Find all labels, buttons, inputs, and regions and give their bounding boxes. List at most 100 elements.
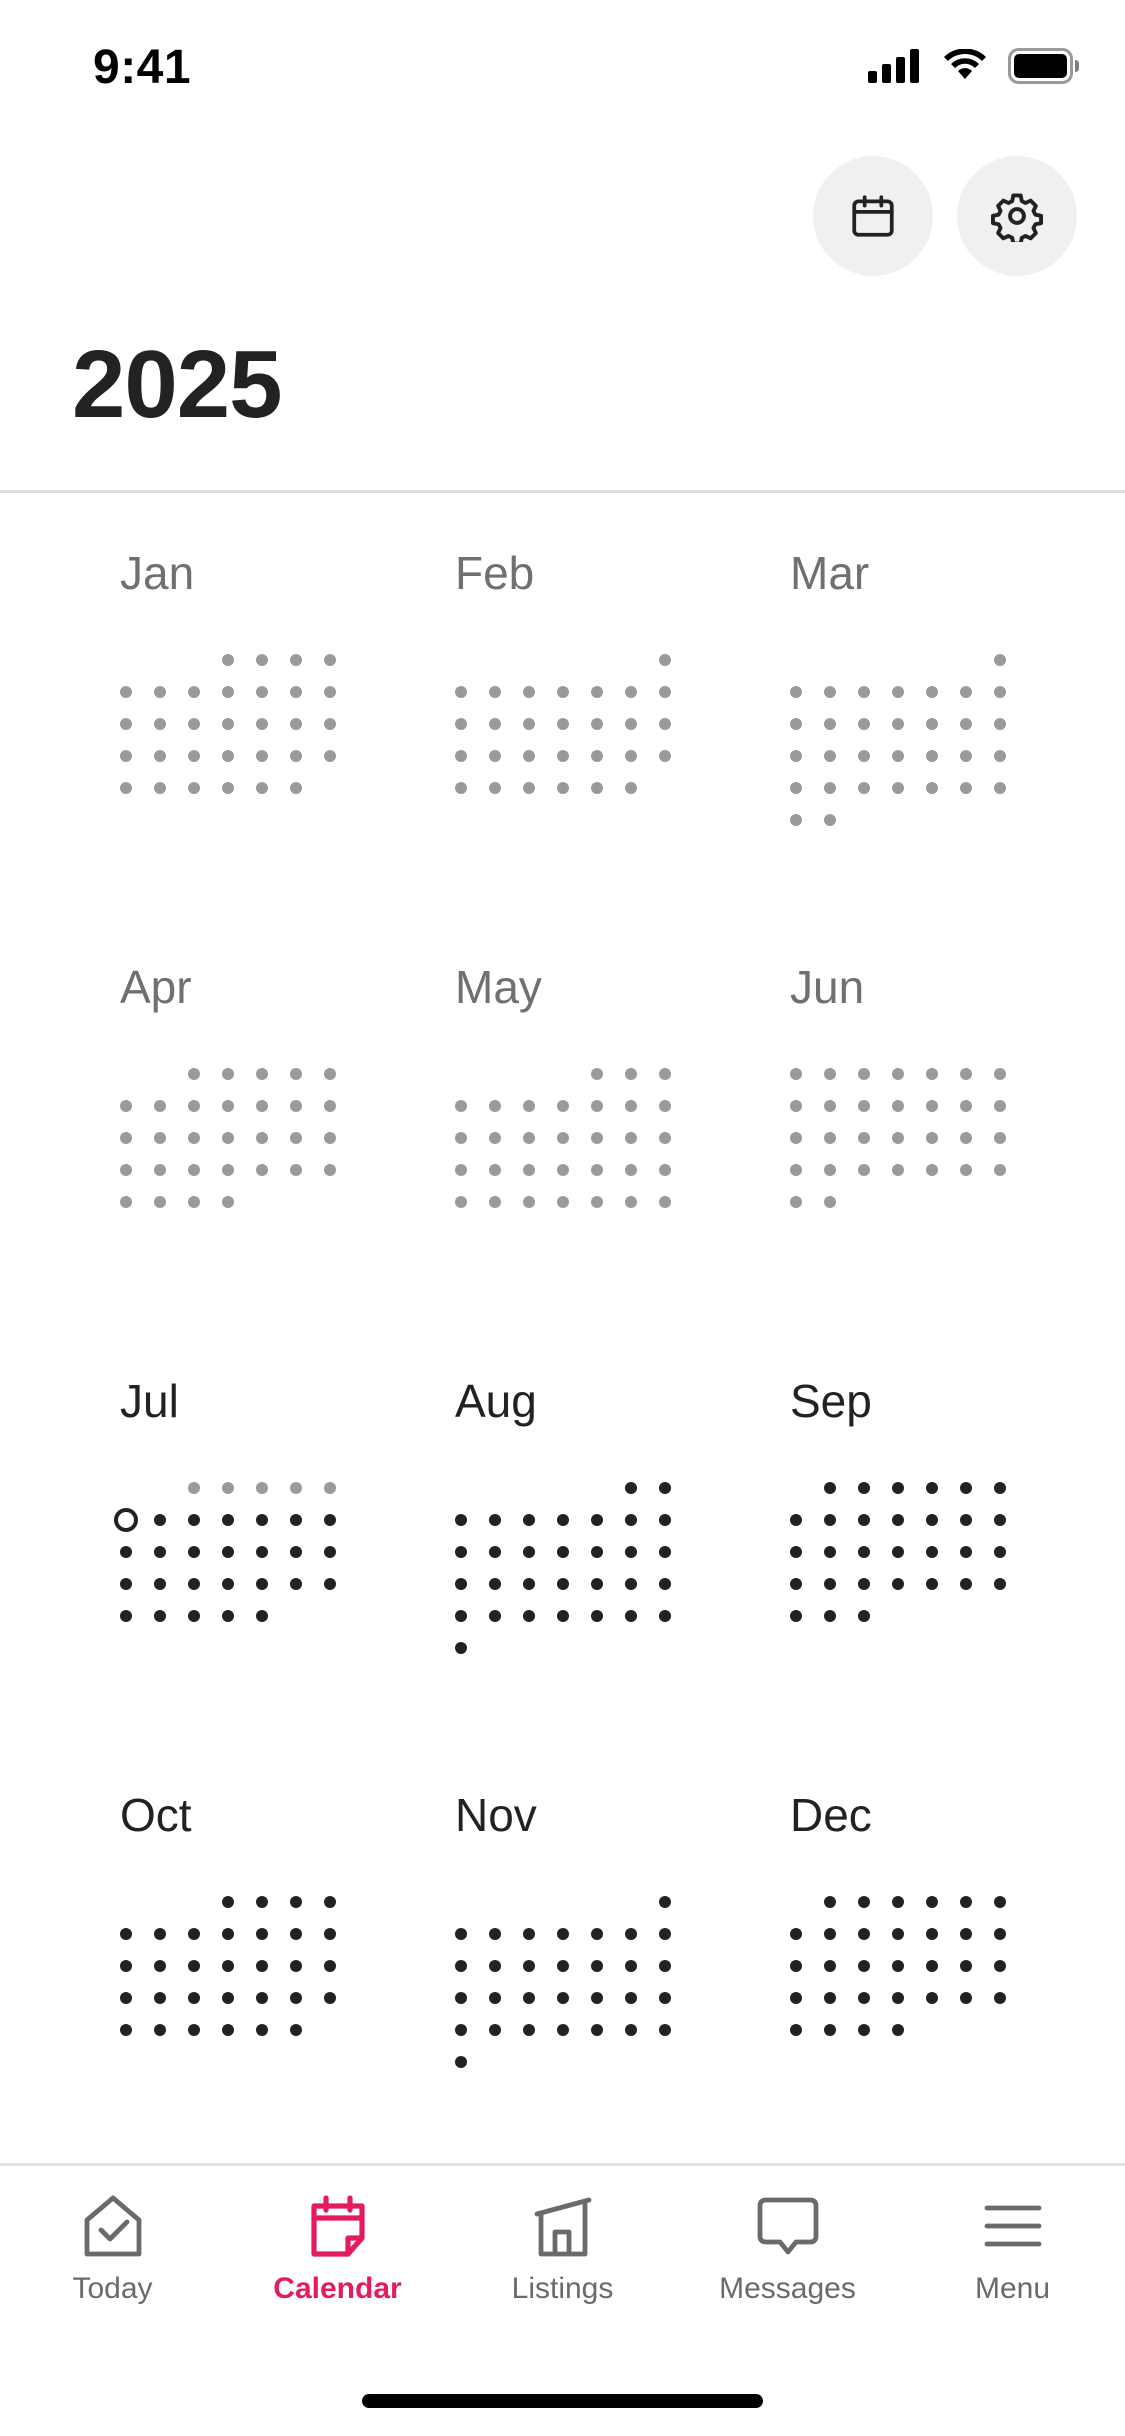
- day-dot[interactable]: [591, 1610, 603, 1622]
- day-dot[interactable]: [120, 1132, 132, 1144]
- day-dot[interactable]: [523, 1610, 535, 1622]
- day-dot[interactable]: [892, 1546, 904, 1558]
- day-dot[interactable]: [625, 1610, 637, 1622]
- day-dot[interactable]: [256, 1896, 268, 1908]
- day-dot[interactable]: [154, 1132, 166, 1144]
- month-aug[interactable]: Aug: [455, 1322, 755, 1654]
- day-dot[interactable]: [523, 718, 535, 730]
- day-dot[interactable]: [222, 686, 234, 698]
- day-dot[interactable]: [222, 1132, 234, 1144]
- day-dot[interactable]: [824, 1928, 836, 1940]
- day-dot[interactable]: [455, 686, 467, 698]
- day-dot[interactable]: [523, 1132, 535, 1144]
- day-dot[interactable]: [824, 1578, 836, 1590]
- day-dot[interactable]: [557, 1992, 569, 2004]
- day-dot[interactable]: [489, 1992, 501, 2004]
- day-dot[interactable]: [824, 1960, 836, 1972]
- day-dot[interactable]: [523, 1928, 535, 1940]
- month-oct[interactable]: Oct: [120, 1736, 420, 2066]
- day-dot[interactable]: [489, 1164, 501, 1176]
- day-dot[interactable]: [858, 1992, 870, 2004]
- day-dot[interactable]: [489, 1928, 501, 1940]
- day-dot[interactable]: [591, 750, 603, 762]
- day-dot[interactable]: [222, 718, 234, 730]
- day-dot[interactable]: [120, 1960, 132, 1972]
- day-dot[interactable]: [591, 1546, 603, 1558]
- day-dot[interactable]: [892, 1578, 904, 1590]
- day-dot[interactable]: [120, 1546, 132, 1558]
- day-dot[interactable]: [960, 782, 972, 794]
- day-dot[interactable]: [154, 1546, 166, 1558]
- day-dot[interactable]: [290, 1514, 302, 1526]
- day-dot[interactable]: [188, 1992, 200, 2004]
- day-dot[interactable]: [256, 2024, 268, 2036]
- day-dot[interactable]: [858, 1546, 870, 1558]
- day-dot[interactable]: [324, 1992, 336, 2004]
- day-dot[interactable]: [222, 1578, 234, 1590]
- day-dot[interactable]: [960, 1546, 972, 1558]
- day-dot[interactable]: [625, 1100, 637, 1112]
- day-dot[interactable]: [790, 1960, 802, 1972]
- day-dot[interactable]: [659, 1610, 671, 1622]
- day-dot[interactable]: [154, 750, 166, 762]
- day-dot[interactable]: [188, 1514, 200, 1526]
- day-dot[interactable]: [892, 750, 904, 762]
- day-dot[interactable]: [557, 1546, 569, 1558]
- day-dot[interactable]: [557, 1960, 569, 1972]
- day-dot[interactable]: [455, 750, 467, 762]
- day-dot[interactable]: [290, 782, 302, 794]
- day-dot[interactable]: [858, 1928, 870, 1940]
- day-dot[interactable]: [290, 1068, 302, 1080]
- day-dot[interactable]: [926, 750, 938, 762]
- day-dot[interactable]: [523, 1196, 535, 1208]
- day-dot[interactable]: [324, 1068, 336, 1080]
- day-dot[interactable]: [824, 750, 836, 762]
- day-dot[interactable]: [290, 1164, 302, 1176]
- day-dot[interactable]: [892, 686, 904, 698]
- day-dot[interactable]: [489, 686, 501, 698]
- day-dot[interactable]: [290, 1578, 302, 1590]
- day-dot[interactable]: [892, 1928, 904, 1940]
- day-dot[interactable]: [120, 1100, 132, 1112]
- day-dot[interactable]: [659, 1578, 671, 1590]
- day-dot[interactable]: [290, 654, 302, 666]
- day-dot[interactable]: [960, 1960, 972, 1972]
- day-dot[interactable]: [625, 1196, 637, 1208]
- day-dot[interactable]: [557, 1196, 569, 1208]
- day-dot[interactable]: [154, 686, 166, 698]
- day-dot[interactable]: [858, 1482, 870, 1494]
- day-dot[interactable]: [591, 1960, 603, 1972]
- day-dot[interactable]: [994, 782, 1006, 794]
- day-dot[interactable]: [455, 2024, 467, 2036]
- day-dot[interactable]: [290, 1928, 302, 1940]
- day-dot[interactable]: [659, 1132, 671, 1144]
- day-dot[interactable]: [625, 1992, 637, 2004]
- day-dot[interactable]: [290, 1132, 302, 1144]
- day-dot[interactable]: [523, 1960, 535, 1972]
- day-dot[interactable]: [557, 1164, 569, 1176]
- day-dot[interactable]: [625, 1482, 637, 1494]
- day-dot[interactable]: [455, 1100, 467, 1112]
- day-dot[interactable]: [489, 1578, 501, 1590]
- day-dot[interactable]: [324, 1896, 336, 1908]
- day-dot[interactable]: [926, 1164, 938, 1176]
- day-dot[interactable]: [659, 1100, 671, 1112]
- day-dot[interactable]: [222, 1610, 234, 1622]
- day-dot[interactable]: [455, 718, 467, 730]
- day-dot[interactable]: [256, 1100, 268, 1112]
- day-dot[interactable]: [591, 1514, 603, 1526]
- day-dot[interactable]: [625, 718, 637, 730]
- day-dot[interactable]: [489, 1960, 501, 1972]
- day-dot[interactable]: [824, 1992, 836, 2004]
- day-dot[interactable]: [790, 1578, 802, 1590]
- day-dot[interactable]: [222, 1482, 234, 1494]
- day-dot[interactable]: [591, 1132, 603, 1144]
- day-dot[interactable]: [960, 686, 972, 698]
- month-jun[interactable]: Jun: [790, 908, 1090, 1238]
- day-dot[interactable]: [659, 654, 671, 666]
- day-dot[interactable]: [120, 2024, 132, 2036]
- day-dot[interactable]: [625, 686, 637, 698]
- tab-menu[interactable]: Menu: [900, 2166, 1125, 2316]
- day-dot[interactable]: [290, 1960, 302, 1972]
- day-dot[interactable]: [790, 1132, 802, 1144]
